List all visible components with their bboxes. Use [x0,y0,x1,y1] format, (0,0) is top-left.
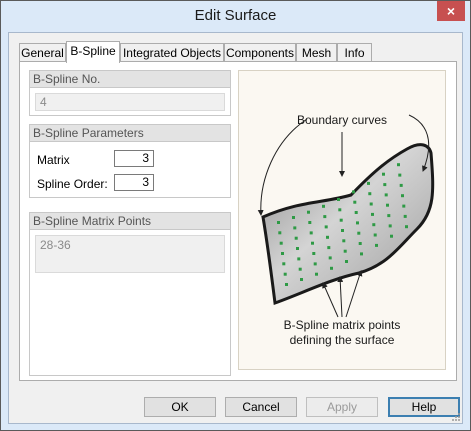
matrix-input[interactable]: 3 [114,150,154,167]
matrix-point [405,225,408,229]
surface-shape [261,143,435,306]
b-spline-parameters-header: B-Spline Parameters [30,125,230,142]
matrix-point [341,229,344,232]
matrix-point [401,194,404,198]
close-button[interactable]: × [437,1,465,21]
matrix-point [354,211,358,214]
matrix-point [371,212,374,216]
matrix-point [338,208,342,212]
cancel-button[interactable]: Cancel [225,397,297,417]
matrix-point [367,181,370,185]
matrix-point [339,218,343,222]
matrix-point [312,252,316,255]
matrix-point [283,272,287,276]
matrix-point [281,252,284,255]
matrix-point [386,203,389,207]
matrix-point [384,193,388,197]
spline-order-input[interactable]: 3 [114,174,154,191]
matrix-point [324,225,328,229]
matrix-points-field: 28-36 [35,235,225,273]
b-spline-tab-panel: B-Spline No. 4 B-Spline Parameters Matri… [19,61,457,381]
tab-b-spline[interactable]: B-Spline [66,41,120,63]
matrix-point [277,221,280,224]
matrix-point [327,246,331,250]
matrix-point [315,272,318,276]
help-button[interactable]: Help [388,397,460,417]
matrix-point [399,183,403,187]
matrix-point [357,231,361,235]
matrix-point [353,200,357,204]
matrix-point [313,262,317,266]
matrix-point [278,231,282,235]
apply-button[interactable]: Apply [306,397,378,417]
matrix-point [383,183,387,187]
b-spline-illustration: Boundary curves B-Spline matrix points d… [238,70,446,370]
edit-surface-dialog: Edit Surface × General B-Spline Integrat… [0,0,471,431]
matrix-point [293,226,297,230]
matrix-point [387,214,391,218]
matrix-point [358,242,362,245]
matrix-point [352,190,355,194]
matrix-point [298,267,302,271]
tab-general[interactable]: General [19,43,66,62]
b-spline-no-header: B-Spline No. [30,71,230,88]
ok-button[interactable]: OK [144,397,216,417]
matrix-point [323,215,327,219]
matrix-point [308,221,312,224]
matrix-point [368,192,372,196]
matrix-point [356,221,359,225]
b-spline-no-field: 4 [35,93,225,111]
matrix-point [300,278,303,281]
matrix-point [326,235,329,239]
matrix-point [345,260,348,263]
title-bar: Edit Surface × [1,1,470,32]
tab-components[interactable]: Components [224,43,296,62]
matrix-point [388,224,392,228]
matrix-point [382,172,385,176]
matrix-label: Matrix [37,153,70,167]
b-spline-surface-diagram: Boundary curves B-Spline matrix points d… [257,113,435,347]
matrix-point [279,241,283,245]
matrix-point [372,223,376,227]
matrix-point [285,283,288,286]
b-spline-matrix-points-header: B-Spline Matrix Points [30,213,230,230]
matrix-point [292,216,295,219]
matrix-point [402,204,406,208]
resize-grip-icon[interactable] [451,412,461,422]
matrix-point [309,231,313,235]
matrix-point [398,173,402,177]
matrix-point [360,252,363,256]
tab-integrated-objects[interactable]: Integrated Objects [120,43,224,62]
matrix-point [337,198,340,201]
matrix-point [297,257,301,261]
matrix-point [307,210,310,214]
dialog-client-area: General B-Spline Integrated Objects Comp… [8,32,463,424]
matrix-point [403,214,407,218]
matrix-point [330,266,333,270]
tab-mesh[interactable]: Mesh [296,43,337,62]
matrix-point [322,204,325,208]
b-spline-parameters-group: B-Spline Parameters Matrix 3 Spline Orde… [29,124,231,198]
matrix-points-caption-line1: B-Spline matrix points [284,318,401,332]
spline-order-label: Spline Order: [37,177,108,191]
matrix-point [296,247,299,250]
matrix-point [311,241,314,245]
matrix-point [342,239,346,243]
matrix-point [390,234,393,238]
dialog-title: Edit Surface [194,7,277,24]
matrix-point [328,256,332,260]
matrix-point [375,243,378,247]
matrix-point [294,236,298,240]
matrix-point [373,233,377,237]
matrix-point [369,202,373,206]
matrix-points-caption-line2: defining the surface [290,333,395,347]
b-spline-no-group: B-Spline No. 4 [29,70,231,116]
matrix-point [282,262,286,266]
matrix-point [343,249,347,253]
b-spline-matrix-points-group: B-Spline Matrix Points 28-36 [29,212,231,376]
matrix-point [397,163,400,167]
boundary-curves-caption: Boundary curves [297,113,387,127]
tab-info[interactable]: Info [337,43,372,62]
